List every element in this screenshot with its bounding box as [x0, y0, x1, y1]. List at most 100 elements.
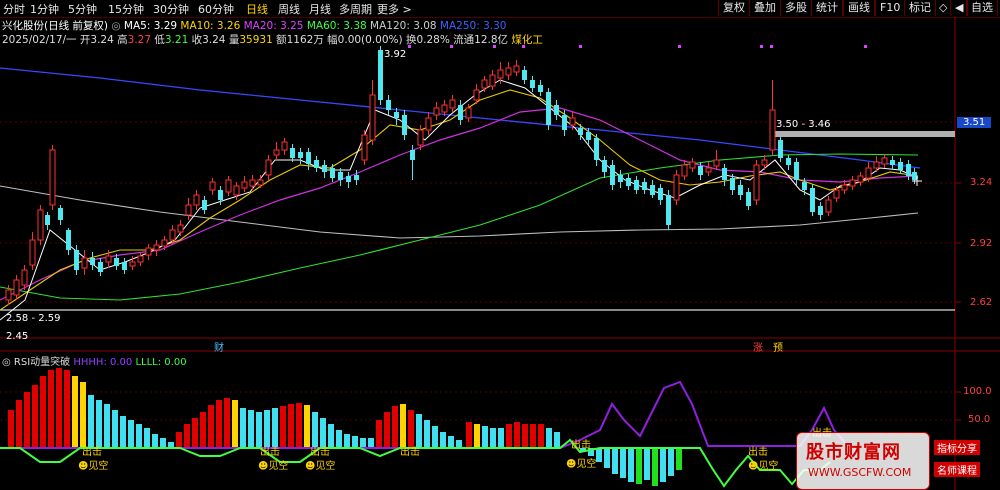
- candle-body: [786, 158, 791, 165]
- candle-body: [338, 172, 343, 180]
- candle-body: [522, 70, 527, 80]
- candle-body: [689, 161, 696, 169]
- candle-body: [281, 141, 288, 151]
- indicator-bar: [474, 424, 480, 448]
- indicator-bar: [384, 412, 390, 448]
- indicator-bar: [538, 424, 544, 448]
- candle-body: [177, 224, 184, 233]
- indicator-bar: [514, 422, 520, 448]
- candle-body: [202, 200, 207, 210]
- forecast-event-tag[interactable]: 预: [773, 339, 783, 354]
- candle-body: [730, 178, 735, 190]
- indicator-bar: [120, 416, 126, 448]
- candle-body: [602, 160, 607, 172]
- indicator-bar: [64, 370, 70, 448]
- candle-body: [865, 167, 872, 179]
- candle-body: [322, 165, 327, 172]
- candle-body: [402, 115, 407, 135]
- candle-body: [161, 239, 168, 247]
- candle-body: [841, 184, 848, 191]
- indicator-bar: [652, 448, 658, 486]
- candle-body: [37, 209, 44, 241]
- indicator-bar: [48, 370, 54, 448]
- candle-body: [802, 182, 807, 190]
- indicator-bar: [248, 410, 254, 448]
- candle-body: [185, 204, 192, 216]
- signal-out: 出击: [400, 447, 420, 458]
- candle-body: [169, 229, 176, 241]
- signal-empty: ☻见空: [305, 461, 336, 472]
- indicator-bar: [232, 400, 238, 448]
- signal-out: 出击: [571, 440, 591, 451]
- indicator-bar: [160, 438, 166, 448]
- candle-body: [481, 79, 488, 89]
- indicator-bar: [24, 392, 30, 448]
- candle-body: [698, 166, 703, 175]
- indicator-bar: [440, 432, 446, 448]
- candle-body: [330, 168, 335, 178]
- candle-body: [58, 208, 63, 220]
- range-annotation: 3.50 - 3.46: [776, 119, 831, 130]
- watermark-url: WWW.GSCFW.COM: [808, 466, 912, 479]
- price-axis-label: 3.24: [970, 177, 993, 188]
- signal-empty: ☻见空: [78, 461, 109, 472]
- indicator-bar: [612, 448, 618, 474]
- candle-body: [626, 178, 631, 186]
- candle-body: [562, 115, 567, 130]
- limit-up-event-tag[interactable]: 涨: [753, 339, 763, 354]
- candle-body: [249, 179, 256, 187]
- indicator-bar: [530, 424, 536, 448]
- candle-body: [410, 150, 415, 160]
- indicator-bar: [336, 430, 342, 448]
- candle-body: [361, 134, 368, 161]
- candle-body: [74, 250, 79, 270]
- indicator-axis-label: 50.0: [968, 414, 991, 425]
- indicator-bar: [8, 410, 14, 448]
- indicator-bar: [200, 412, 206, 448]
- candle-body: [849, 179, 856, 187]
- indicator-bar: [636, 448, 642, 484]
- candle-body: [794, 162, 799, 180]
- candle-body: [713, 159, 720, 167]
- indicator-bar: [184, 424, 190, 448]
- indicator-bar: [296, 403, 302, 448]
- candle-body: [818, 206, 823, 215]
- price-axis-current: 3.51: [957, 117, 992, 128]
- candle-body: [530, 80, 535, 88]
- candle-body: [722, 168, 727, 180]
- candle-body: [369, 94, 376, 141]
- signal-out: 出击: [310, 447, 330, 458]
- candle-body: [465, 107, 472, 119]
- indicator-bar: [352, 436, 358, 448]
- indicator-bar: [392, 406, 398, 448]
- candle-body: [497, 69, 504, 79]
- candle-body: [912, 172, 917, 180]
- kline-chart[interactable]: [0, 0, 1000, 490]
- indicator-bar: [152, 434, 158, 448]
- indicator-bar: [466, 422, 472, 448]
- indicator-title[interactable]: ◎ RSI动量突破 HHHH: 0.00 LLLL: 0.00: [2, 353, 187, 368]
- candle-body: [98, 262, 103, 272]
- indicator-bar: [144, 428, 150, 448]
- indicator-bar: [32, 385, 38, 448]
- candle-body: [225, 179, 232, 193]
- price-axis-label: 2.92: [970, 238, 993, 249]
- candle-body: [265, 159, 272, 176]
- candle-body: [122, 262, 127, 270]
- candle-body: [193, 194, 200, 206]
- indicator-bar: [498, 428, 504, 448]
- indicator-settings-icon[interactable]: ◎: [2, 357, 11, 368]
- candle-body: [810, 188, 815, 212]
- signal-out: 出击: [82, 447, 102, 458]
- watermark-tag: 指标分享: [934, 440, 980, 455]
- indicator-bar: [176, 432, 182, 448]
- candle-body: [233, 185, 240, 196]
- candle-body: [873, 161, 880, 169]
- indicator-bar: [368, 438, 374, 448]
- finance-event-tag[interactable]: 财: [214, 339, 224, 354]
- candle-body: [209, 181, 216, 191]
- candle-body: [650, 185, 655, 195]
- candle-body: [546, 92, 551, 125]
- candle-body: [761, 159, 768, 166]
- signal-empty: ☻见空: [566, 459, 597, 470]
